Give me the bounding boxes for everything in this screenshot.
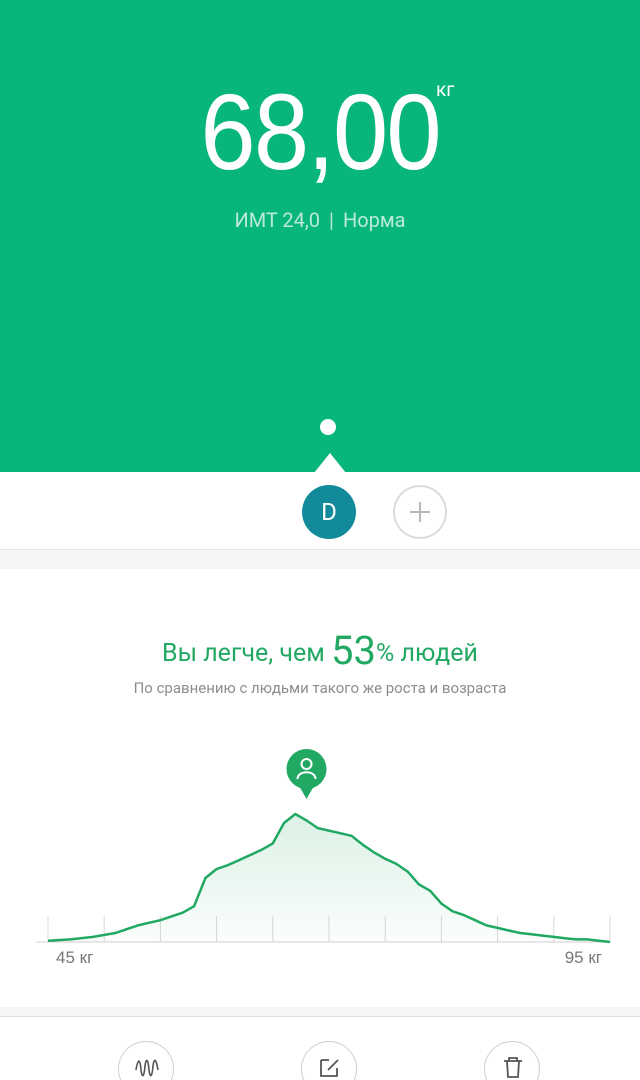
weight-distribution-chart: 45 кг 95 кг (36, 749, 611, 967)
distribution-area (48, 814, 610, 942)
bottom-toolbar (0, 1016, 640, 1080)
bmi-line: ИМТ 24,0 | Норма (0, 208, 640, 232)
delete-icon (504, 1057, 522, 1078)
edit-icon (320, 1059, 339, 1077)
bmi-separator: | (329, 208, 334, 232)
edit-button[interactable] (301, 1041, 357, 1080)
weight-value: 68,00 (200, 71, 441, 192)
comparison-card: Вы легче, чем 53% людей По сравнению с л… (0, 569, 640, 1007)
user-switcher: D (0, 472, 640, 550)
x-axis-min-label: 45 кг (56, 948, 93, 967)
selection-notch (314, 453, 346, 473)
marker-pointer (298, 785, 315, 799)
weight-unit: кг (436, 78, 455, 101)
waveform-icon (135, 1059, 159, 1077)
x-axis-max-label: 95 кг (565, 948, 602, 967)
user-position-marker[interactable] (286, 749, 327, 799)
bmi-value: ИМТ 24,0 (234, 208, 321, 232)
history-button[interactable] (118, 1041, 174, 1080)
user-avatar[interactable]: D (302, 485, 356, 539)
delete-button[interactable] (484, 1041, 540, 1080)
add-user-button[interactable] (393, 485, 447, 539)
weight-display: 68,00 (0, 72, 640, 192)
bmi-status: Норма (342, 208, 406, 232)
weight-hero: 68,00 кг ИМТ 24,0 | Норма (0, 0, 640, 473)
page-indicator-dot[interactable] (320, 419, 336, 435)
